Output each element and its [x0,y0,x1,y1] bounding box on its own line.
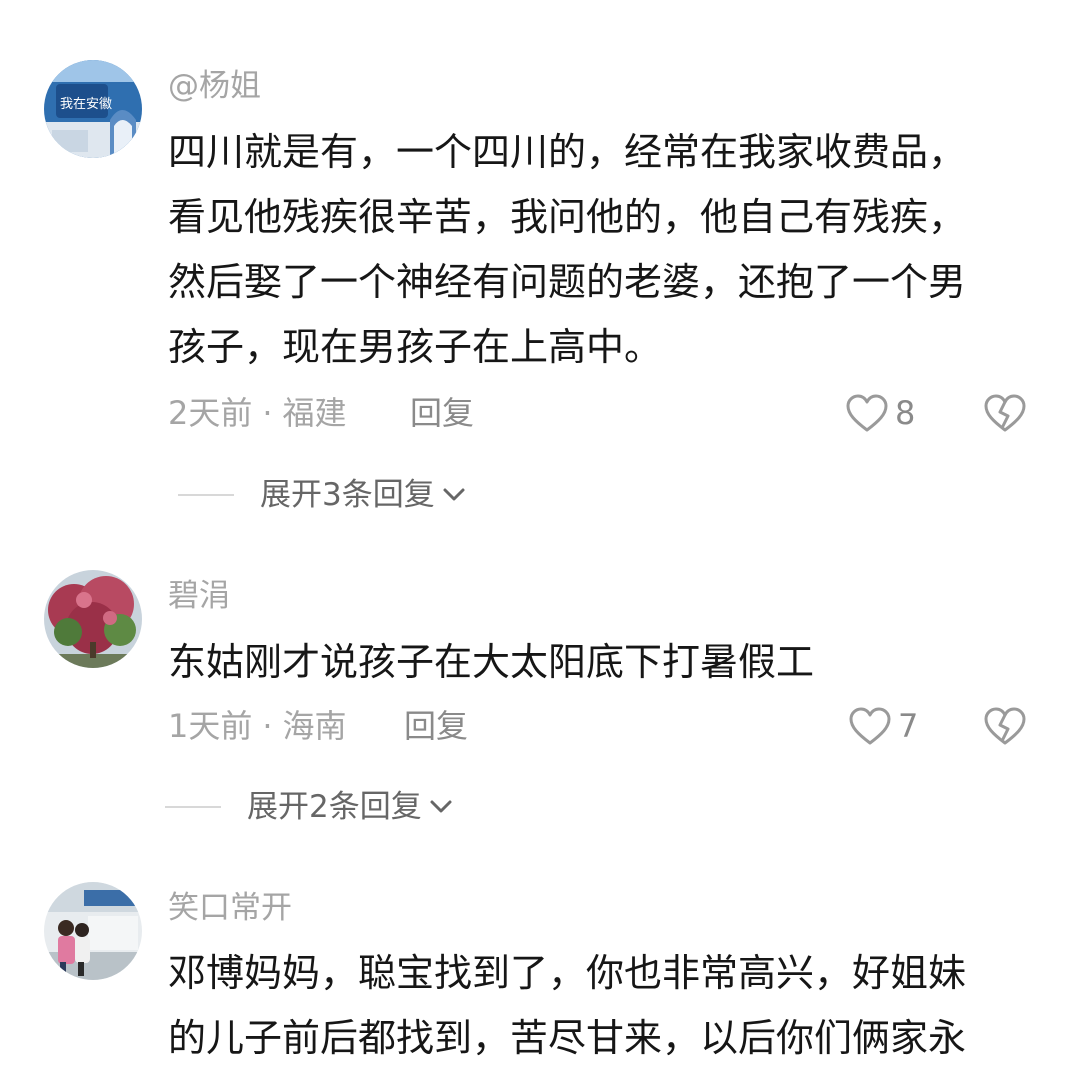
comment-text-line: 孩子，现在男孩子在上高中。 [168,325,663,369]
heart-icon [849,707,891,745]
comment-location: 海南 [282,707,347,745]
meta-separator: · [262,707,273,745]
comment-location: 福建 [282,394,347,432]
expand-replies-label: 展开2条回复 [247,789,422,825]
comment-text: 邓博妈妈，聪宝找到了，你也非常高兴，好姐妹 的儿子前后都找到，苦尽甘来，以后你们… [168,941,1048,1071]
like-button[interactable]: 7 [848,706,918,746]
expand-replies-button[interactable]: 展开3条回复 [178,475,467,515]
comment-text-line: 然后娶了一个神经有问题的老婆，还抱了一个男 [168,260,967,304]
reply-button[interactable]: 回复 [404,706,468,746]
comment-text: 东姑刚才说孩子在大太阳底下打暑假工 [168,630,1048,695]
comment-time: 2天前 [168,394,253,432]
broken-heart-icon[interactable] [983,705,1027,747]
comment-username[interactable]: 笑口常开 [168,888,292,928]
comment-text-line: 四川就是有，一个四川的，经常在我家收费品， [168,130,967,174]
avatar[interactable] [44,570,142,668]
comment-text-line: 看见他残疾很辛苦，我问他的，他自己有残疾， [168,195,967,239]
comment-time: 1天前 [168,707,253,745]
avatar[interactable]: 我在安徽 [44,60,142,158]
comment-text: 四川就是有，一个四川的，经常在我家收费品， 看见他残疾很辛苦，我问他的，他自己有… [168,120,1048,380]
comment-meta: 1天前 · 海南 [168,706,347,746]
comment-text-line: 东姑刚才说孩子在大太阳底下打暑假工 [168,640,815,684]
expand-replies-label: 展开3条回复 [260,477,435,513]
divider-dash [178,494,234,496]
chevron-down-icon [430,800,452,813]
broken-heart-icon[interactable] [983,392,1027,434]
divider-dash [165,806,221,808]
like-count: 7 [898,707,919,745]
comment-text-line: 的儿子前后都找到，苦尽甘来，以后你们俩家永 [168,1016,967,1060]
like-button[interactable]: 8 [845,393,915,433]
comment-username[interactable]: 碧涓 [168,576,230,616]
expand-replies-button[interactable]: 展开2条回复 [165,787,454,827]
chevron-down-icon [443,488,465,501]
heart-icon [846,394,888,432]
avatar-sign-text: 我在安徽 [60,97,112,112]
reply-button[interactable]: 回复 [410,393,474,433]
avatar[interactable] [44,882,142,980]
like-count: 8 [895,394,916,432]
comment-username[interactable]: @杨姐 [168,66,261,106]
meta-separator: · [262,394,273,432]
comment-meta: 2天前 · 福建 [168,393,347,433]
comment-text-line: 邓博妈妈，聪宝找到了，你也非常高兴，好姐妹 [168,951,967,995]
